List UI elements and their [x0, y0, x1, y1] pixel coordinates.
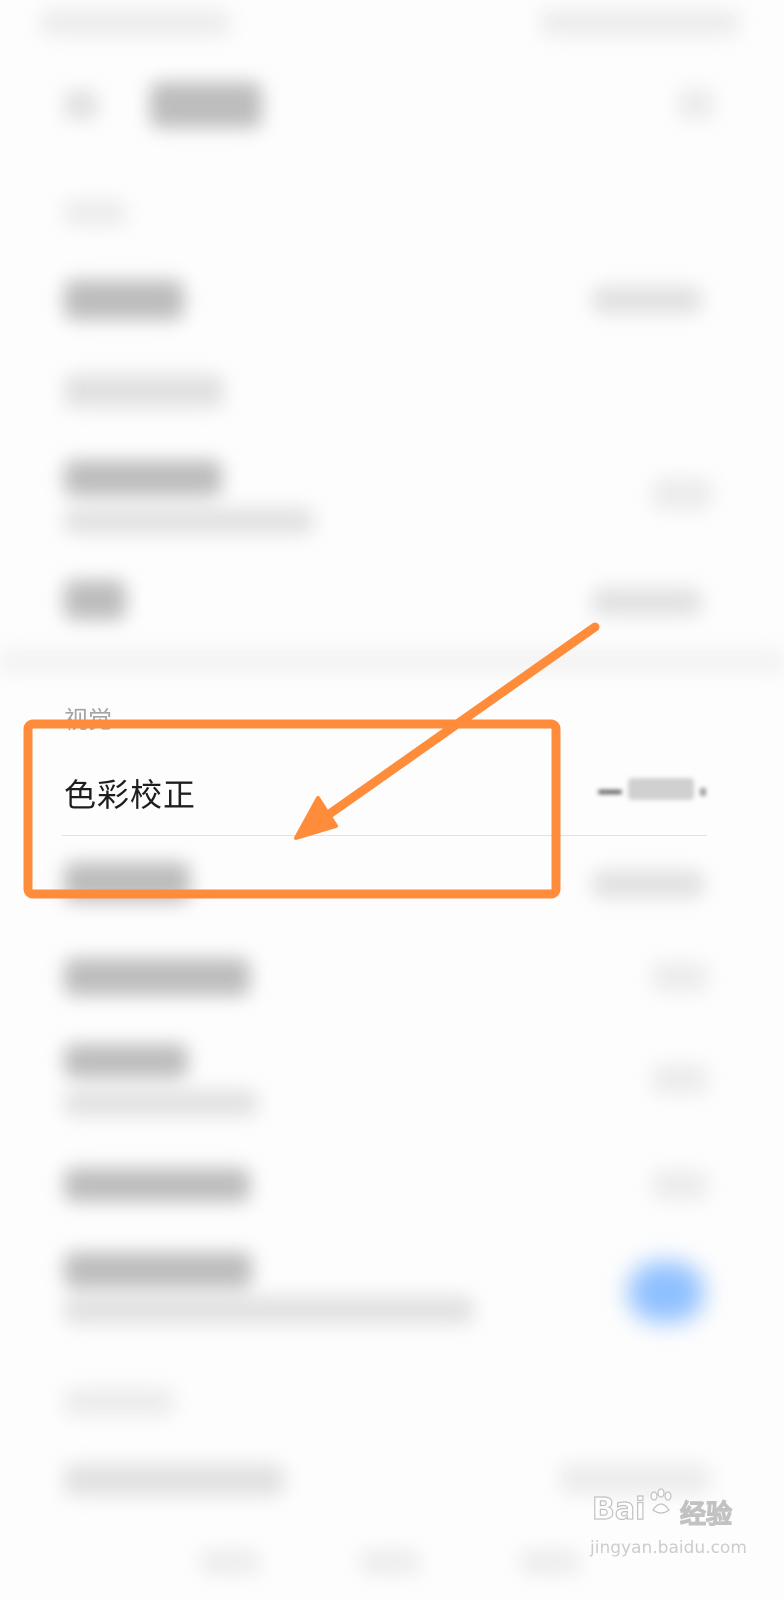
row-divider: [62, 835, 707, 836]
back-icon[interactable]: [64, 90, 98, 120]
settings-row-label[interactable]: [64, 1252, 252, 1288]
settings-row-subtitle: [64, 1090, 258, 1116]
color-correction-value: [588, 772, 708, 806]
settings-row-subtitle: [64, 508, 314, 534]
settings-row-value: [652, 478, 712, 510]
settings-row-value: [652, 962, 708, 992]
section-title-visual: 视觉: [64, 706, 112, 734]
color-correction-label[interactable]: 色彩校正: [64, 770, 196, 816]
settings-row-value: [560, 1464, 710, 1494]
watermark-brand: Bai: [591, 1491, 646, 1527]
settings-row-value: [652, 1170, 708, 1200]
watermark-brand-suffix: 经验: [679, 1499, 733, 1530]
settings-row-label[interactable]: [64, 1464, 284, 1496]
watermark-url: jingyan.baidu.com: [590, 1538, 747, 1558]
settings-row-value: [592, 588, 702, 616]
settings-row-value: [592, 870, 704, 898]
settings-row-label[interactable]: [64, 374, 224, 408]
settings-row-label[interactable]: [64, 580, 126, 620]
toggle-switch[interactable]: [628, 1262, 704, 1322]
watermark: Bai 经验 jingyan.baidu.com: [588, 1488, 747, 1582]
paw-icon: [650, 1488, 672, 1514]
section-header: [64, 1388, 174, 1416]
header-action-icon[interactable]: [678, 88, 714, 120]
nav-hint: [520, 1550, 580, 1574]
status-bar-right: [540, 10, 740, 36]
status-bar: [40, 10, 230, 36]
settings-row-subtitle: [64, 1296, 474, 1324]
settings-row-label[interactable]: [64, 958, 250, 996]
settings-row-value: [592, 286, 702, 314]
settings-row-label[interactable]: [64, 460, 222, 496]
settings-row-label[interactable]: [64, 280, 184, 320]
settings-row-label[interactable]: [64, 1168, 250, 1202]
section-header: [64, 200, 126, 226]
nav-hint: [200, 1550, 260, 1574]
settings-row-value: [652, 1064, 708, 1094]
nav-hint: [360, 1550, 420, 1574]
settings-row-label[interactable]: [64, 1044, 188, 1078]
settings-row-label[interactable]: [64, 862, 190, 902]
section-separator: [0, 650, 784, 672]
page-title: [150, 82, 262, 128]
